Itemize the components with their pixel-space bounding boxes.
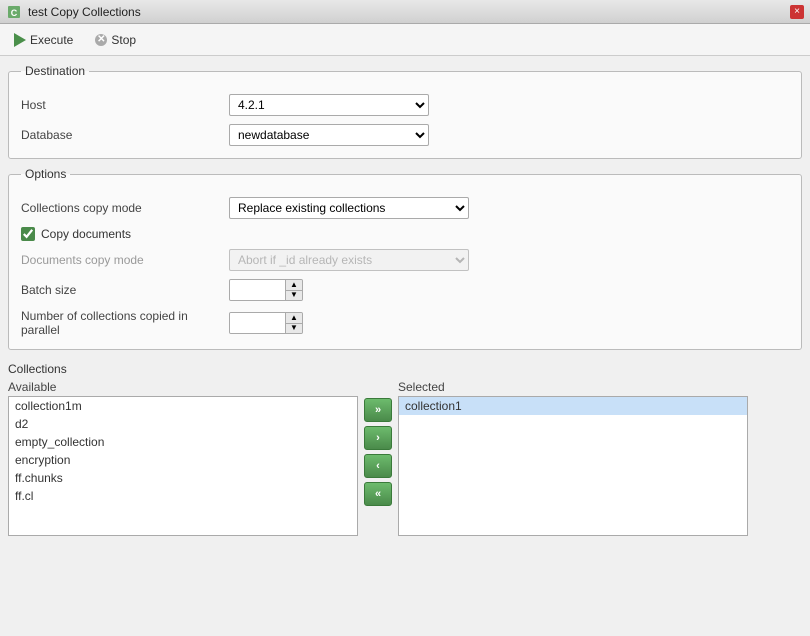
toolbar: Execute ✕ Stop	[0, 24, 810, 56]
host-select[interactable]: 4.2.1localhost127.0.0.1	[229, 94, 429, 116]
stop-icon: ✕	[95, 34, 107, 46]
database-row: Database newdatabaseadminlocal	[21, 124, 789, 146]
options-legend: Options	[21, 167, 70, 181]
stop-button[interactable]: ✕ Stop	[89, 31, 142, 49]
docs-mode-label: Documents copy mode	[21, 253, 221, 267]
copy-documents-checkbox[interactable]	[21, 227, 35, 241]
collections-mode-label: Collections copy mode	[21, 201, 221, 215]
destination-legend: Destination	[21, 64, 89, 78]
move-all-button[interactable]: »	[364, 398, 392, 422]
destination-section: Destination Host 4.2.1localhost127.0.0.1…	[8, 64, 802, 159]
collections-mode-row: Collections copy mode Replace existing c…	[21, 197, 789, 219]
main-content: Destination Host 4.2.1localhost127.0.0.1…	[0, 56, 810, 544]
collections-mode-select[interactable]: Replace existing collectionsAdd to exist…	[229, 197, 469, 219]
docs-mode-select[interactable]: Abort if _id already existsSkip if _id a…	[229, 249, 469, 271]
list-item[interactable]: empty_collection	[9, 433, 357, 451]
window-title: test Copy Collections	[28, 5, 784, 19]
title-bar: C test Copy Collections ×	[0, 0, 810, 24]
list-item[interactable]: d2	[9, 415, 357, 433]
database-label: Database	[21, 128, 221, 142]
list-item[interactable]: ff.chunks	[9, 469, 357, 487]
parallel-spin-buttons: ▲ ▼	[285, 313, 302, 333]
parallel-row: Number of collections copied in parallel…	[21, 309, 789, 337]
svg-text:C: C	[11, 8, 18, 18]
collections-section: Collections Available collection1md2empt…	[8, 362, 802, 536]
docs-mode-row: Documents copy mode Abort if _id already…	[21, 249, 789, 271]
move-one-button[interactable]: ›	[364, 426, 392, 450]
batch-size-input[interactable]: 1000	[230, 280, 285, 300]
selected-list-wrapper: Selected collection1	[398, 380, 748, 536]
move-back-button[interactable]: ‹	[364, 454, 392, 478]
copy-documents-row: Copy documents	[21, 227, 789, 241]
options-section: Options Collections copy mode Replace ex…	[8, 167, 802, 350]
parallel-label: Number of collections copied in parallel	[21, 309, 221, 337]
transfer-buttons: » › ‹ «	[364, 380, 392, 506]
available-list-wrapper: Available collection1md2empty_collection…	[8, 380, 358, 536]
host-row: Host 4.2.1localhost127.0.0.1	[21, 94, 789, 116]
batch-size-up[interactable]: ▲	[286, 280, 302, 291]
list-item[interactable]: ff.cl	[9, 487, 357, 505]
database-select[interactable]: newdatabaseadminlocal	[229, 124, 429, 146]
parallel-spinner: 4 ▲ ▼	[229, 312, 303, 334]
batch-size-spinner: 1000 ▲ ▼	[229, 279, 303, 301]
batch-size-down[interactable]: ▼	[286, 291, 302, 301]
list-item[interactable]: encryption	[9, 451, 357, 469]
copy-documents-label: Copy documents	[41, 227, 131, 241]
parallel-input[interactable]: 4	[230, 313, 285, 333]
selected-list[interactable]: collection1	[398, 396, 748, 536]
batch-size-label: Batch size	[21, 283, 221, 297]
execute-icon	[14, 33, 26, 47]
list-item[interactable]: collection1m	[9, 397, 357, 415]
parallel-up[interactable]: ▲	[286, 313, 302, 324]
execute-button[interactable]: Execute	[8, 31, 79, 49]
close-button[interactable]: ×	[790, 5, 804, 19]
move-all-back-button[interactable]: «	[364, 482, 392, 506]
selected-header: Selected	[398, 380, 748, 394]
app-icon: C	[6, 4, 22, 20]
parallel-down[interactable]: ▼	[286, 324, 302, 334]
available-list[interactable]: collection1md2empty_collectionencryption…	[8, 396, 358, 536]
host-label: Host	[21, 98, 221, 112]
stop-label: Stop	[111, 33, 136, 47]
execute-label: Execute	[30, 33, 73, 47]
collections-section-label: Collections	[8, 362, 802, 376]
batch-size-spin-buttons: ▲ ▼	[285, 280, 302, 300]
collections-container: Available collection1md2empty_collection…	[8, 380, 802, 536]
available-header: Available	[8, 380, 358, 394]
batch-size-row: Batch size 1000 ▲ ▼	[21, 279, 789, 301]
list-item[interactable]: collection1	[399, 397, 747, 415]
